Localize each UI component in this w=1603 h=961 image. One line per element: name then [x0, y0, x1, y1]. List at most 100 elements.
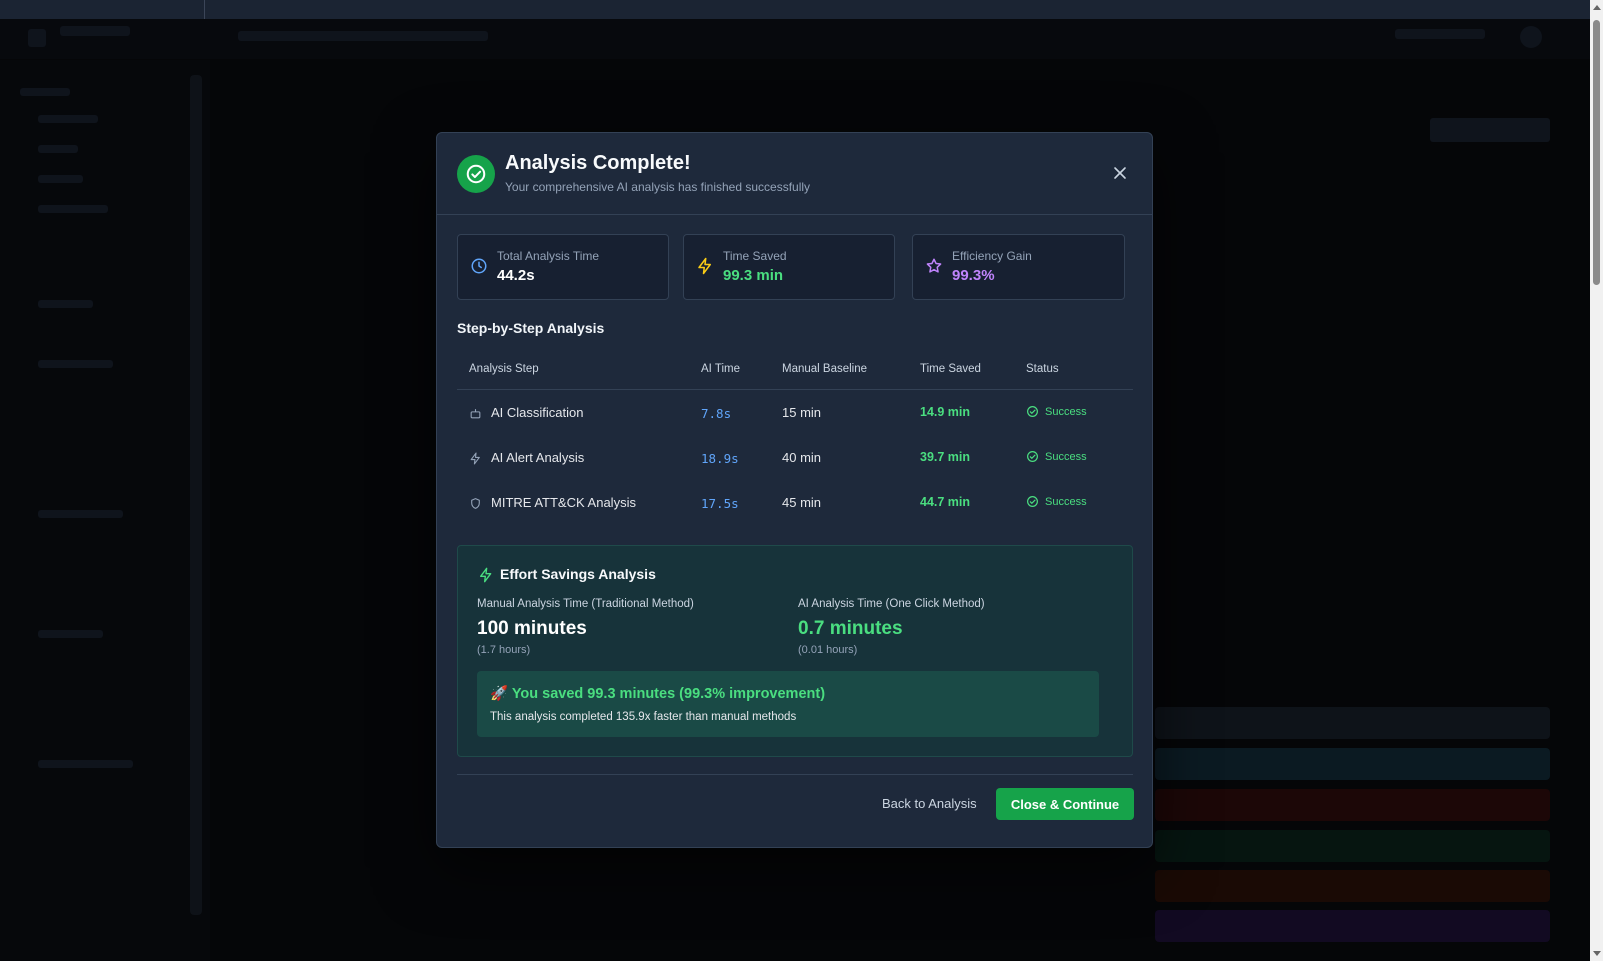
stat-card-efficiency: Efficiency Gain 99.3%: [912, 234, 1125, 300]
star-icon: [926, 258, 942, 273]
panel-button-placeholder: [1155, 910, 1550, 942]
status-badge: Success: [1026, 450, 1087, 463]
stat-label: Total Analysis Time: [497, 249, 600, 263]
check-circle-icon: [457, 155, 495, 193]
time-saved: 44.7 min: [920, 495, 971, 509]
panel-button-placeholder: [1155, 748, 1550, 780]
steps-table-header: Analysis Step AI Time Manual Baseline Ti…: [457, 348, 1133, 390]
close-continue-button[interactable]: Close & Continue: [996, 788, 1134, 820]
steps-title: Step-by-Step Analysis: [457, 320, 605, 336]
check-circle-icon: [1027, 406, 1038, 417]
back-to-analysis-button[interactable]: Back to Analysis: [872, 789, 987, 818]
status-text: Success: [1045, 495, 1087, 508]
close-icon[interactable]: [1110, 163, 1130, 183]
clock-icon: [471, 258, 487, 274]
effort-title: Effort Savings Analysis: [500, 566, 656, 582]
lightning-icon: [480, 567, 492, 583]
column-header: Time Saved: [920, 363, 981, 375]
stat-label: Time Saved: [723, 249, 787, 263]
table-row: AI Alert Analysis 18.9s 40 min 39.7 min …: [457, 435, 1133, 480]
time-saved: 39.7 min: [920, 450, 971, 464]
column-header: Status: [1026, 363, 1059, 375]
tab-divider: [204, 0, 205, 19]
app-title-placeholder: [60, 26, 130, 36]
column-header: Analysis Step: [469, 363, 539, 375]
ai-time: 7.8s: [701, 406, 732, 421]
sidebar-scrollbar: [190, 75, 202, 915]
sidebar-item-placeholder: [38, 300, 93, 308]
table-row: AI Classification 7.8s 15 min 14.9 min S…: [457, 390, 1133, 435]
scrollbar-thumb[interactable]: [1593, 20, 1600, 285]
manual-time-label: Manual Analysis Time (Traditional Method…: [477, 598, 694, 610]
scroll-up-icon[interactable]: [1593, 5, 1601, 10]
check-circle-icon: [1027, 451, 1038, 462]
ai-time-hours: (0.01 hours): [798, 644, 858, 656]
sidebar-item-placeholder: [38, 760, 133, 768]
avatar: [1520, 26, 1542, 48]
status-badge: Success: [1026, 495, 1087, 508]
ai-time: 18.9s: [701, 451, 739, 466]
app-header-dimmed: [0, 19, 1590, 59]
check-circle-icon: [1027, 496, 1038, 507]
stat-value: 44.2s: [497, 267, 535, 284]
stat-card-time-saved: Time Saved 99.3 min: [683, 234, 895, 300]
shield-icon: [471, 498, 480, 509]
step-name: AI Classification: [491, 405, 584, 420]
step-name: AI Alert Analysis: [491, 450, 585, 465]
lightning-icon: [470, 452, 480, 465]
browser-tab-strip: [0, 0, 1590, 20]
manual-baseline: 45 min: [782, 495, 822, 510]
ai-time: 17.5s: [701, 496, 739, 511]
scroll-down-icon[interactable]: [1593, 951, 1601, 956]
panel-button-placeholder: [1155, 870, 1550, 902]
column-header: AI Time: [701, 363, 740, 375]
status-text: Success: [1045, 450, 1087, 463]
stat-card-total-time: Total Analysis Time 44.2s: [457, 234, 669, 300]
sidebar-item-placeholder: [38, 115, 98, 123]
breadcrumb-placeholder: [238, 31, 488, 41]
column-header: Manual Baseline: [782, 363, 868, 375]
table-row: MITRE ATT&CK Analysis 17.5s 45 min 44.7 …: [457, 480, 1133, 525]
stat-value: 99.3 min: [723, 267, 784, 284]
step-name: MITRE ATT&CK Analysis: [491, 495, 636, 510]
lightning-icon: [698, 257, 711, 275]
ai-time-value: 0.7 minutes: [798, 618, 903, 639]
robot-icon: [470, 409, 481, 419]
dialog-title: Analysis Complete!: [505, 152, 691, 174]
savings-headline: 🚀 You saved 99.3 minutes (99.3% improvem…: [490, 686, 826, 702]
sidebar-section-placeholder: [20, 88, 70, 96]
manual-baseline: 40 min: [782, 450, 822, 465]
ai-time-block: AI Analysis Time (One Click Method) 0.7 …: [798, 598, 985, 656]
sidebar-item-placeholder: [38, 175, 83, 183]
manual-time-block: Manual Analysis Time (Traditional Method…: [477, 598, 694, 656]
sidebar-item-placeholder: [38, 630, 103, 638]
sidebar-item-placeholder: [38, 145, 78, 153]
manual-baseline: 15 min: [782, 405, 822, 420]
manual-time-value: 100 minutes: [477, 618, 587, 639]
dialog-header: Analysis Complete! Your comprehensive AI…: [437, 133, 1152, 215]
panel-button-placeholder: [1155, 789, 1550, 821]
dialog-subtitle: Your comprehensive AI analysis has finis…: [505, 180, 811, 194]
effort-savings-panel: Effort Savings Analysis Manual Analysis …: [457, 545, 1133, 757]
stat-label: Efficiency Gain: [952, 249, 1032, 263]
stat-value: 99.3%: [952, 267, 995, 284]
panel-button-placeholder: [1155, 830, 1550, 862]
analysis-complete-dialog: Analysis Complete! Your comprehensive AI…: [436, 132, 1153, 848]
status-text: Success: [1045, 405, 1087, 418]
sidebar-item-placeholder: [38, 205, 108, 213]
panel-button-placeholder: [1155, 707, 1550, 739]
status-badge: Success: [1026, 405, 1087, 418]
savings-banner: 🚀 You saved 99.3 minutes (99.3% improvem…: [477, 671, 1099, 737]
manual-time-hours: (1.7 hours): [477, 644, 531, 656]
sidebar-dimmed: [0, 60, 210, 961]
page-scrollbar[interactable]: [1590, 0, 1603, 961]
app-logo-placeholder: [28, 29, 46, 47]
time-saved: 14.9 min: [920, 405, 971, 419]
user-name-placeholder: [1395, 29, 1485, 39]
action-button-placeholder: [1430, 118, 1550, 142]
sidebar-item-placeholder: [38, 360, 113, 368]
sidebar-item-placeholder: [38, 510, 123, 518]
ai-time-label: AI Analysis Time (One Click Method): [798, 598, 985, 610]
dialog-footer: Back to Analysis Close & Continue: [457, 774, 1134, 847]
savings-detail: This analysis completed 135.9x faster th…: [490, 711, 797, 723]
